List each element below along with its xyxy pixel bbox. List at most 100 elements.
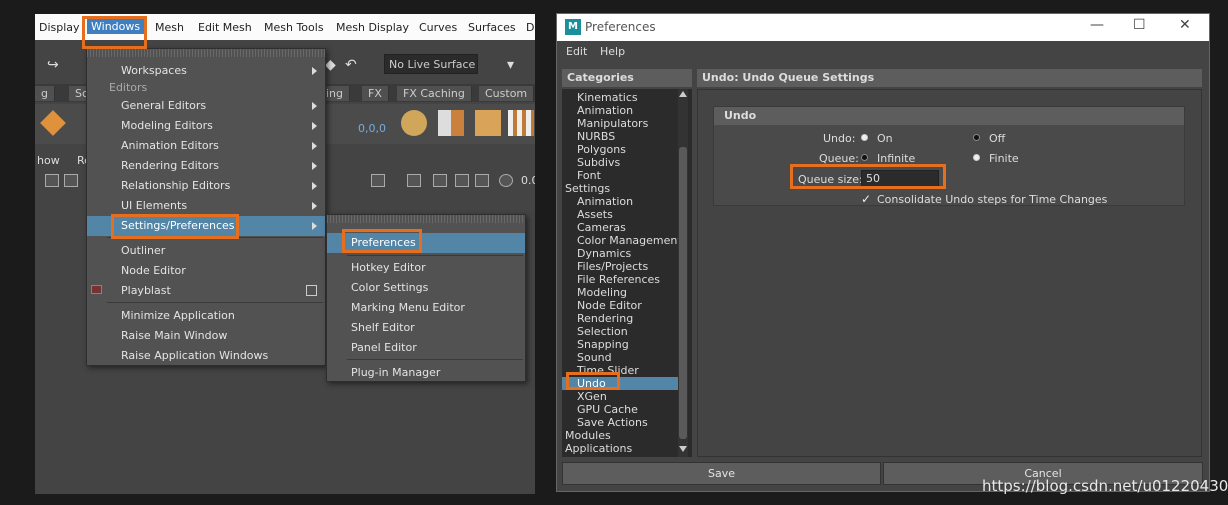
category-item[interactable]: Dynamics [562,247,678,260]
menu-item-panel-editor[interactable]: Panel Editor [327,338,525,358]
save-button[interactable]: Save [562,462,881,485]
category-item[interactable]: Settings [562,182,678,195]
category-item[interactable]: Snapping [562,338,678,351]
scroll-thumb[interactable] [679,147,687,439]
shelf-tab-modeling[interactable]: g [35,86,55,101]
panel-grid-icon[interactable] [64,174,78,187]
undo-off-radio[interactable] [973,134,980,141]
menu-item-general-editors[interactable]: General Editors [87,96,325,116]
menu-d[interactable]: D [526,21,534,34]
panel-gamma-icon[interactable] [499,174,513,187]
menu-edit-mesh[interactable]: Edit Mesh [198,21,252,34]
redo-icon[interactable]: ↪ [47,57,59,73]
lock-icon[interactable]: ▾ [507,57,514,73]
menu-item-minimize-application[interactable]: Minimize Application [87,306,325,326]
category-item[interactable]: GPU Cache [562,403,678,416]
category-item[interactable]: Cameras [562,221,678,234]
live-surface-field[interactable]: No Live Surface [384,54,478,74]
panel-menu-show[interactable]: how [37,154,60,167]
menu-item-ui-elements[interactable]: UI Elements [87,196,325,216]
menu-display[interactable]: Display [39,21,80,34]
queue-infinite-radio[interactable] [861,154,868,161]
menu-item-color-settings[interactable]: Color Settings [327,278,525,298]
shelf-tab-fx-caching[interactable]: FX Caching [397,86,472,101]
category-item[interactable]: File References [562,273,678,286]
panel-isolate-icon[interactable] [455,174,469,187]
menu-item-raise-main-window[interactable]: Raise Main Window [87,326,325,346]
category-item[interactable]: Files/Projects [562,260,678,273]
categories-header: Categories [562,69,692,87]
scroll-down-icon[interactable] [679,446,687,452]
category-item[interactable]: Subdivs [562,156,678,169]
category-item[interactable]: Modeling [562,286,678,299]
shelf-uv-icon[interactable] [438,110,464,136]
queue-finite-radio[interactable] [973,154,980,161]
category-item[interactable]: Kinematics [562,91,678,104]
menu-item-rendering-editors[interactable]: Rendering Editors [87,156,325,176]
menu-item-outliner[interactable]: Outliner [87,241,325,261]
menu-item-marking-menu-editor[interactable]: Marking Menu Editor [327,298,525,318]
undo-label: Undo: [823,132,856,145]
close-icon[interactable]: ✕ [1179,17,1191,33]
shelf-tab-custom[interactable]: Custom [479,86,535,101]
category-item[interactable]: Selection [562,325,678,338]
maximize-icon[interactable]: ☐ [1133,17,1146,33]
submenu-tearoff[interactable] [327,215,525,223]
category-item[interactable]: Polygons [562,143,678,156]
category-item[interactable]: Animation [562,195,678,208]
playblast-option-box[interactable] [306,285,317,296]
category-item[interactable]: XGen [562,390,678,403]
panel-wire-icon[interactable] [371,174,385,187]
category-item[interactable]: Modules [562,429,678,442]
category-item[interactable]: NURBS [562,130,678,143]
category-item[interactable]: Assets [562,208,678,221]
shelf-box-icon[interactable] [475,110,501,136]
category-item[interactable]: Node Editor [562,299,678,312]
undo-on-radio[interactable] [861,134,868,141]
panel-shaded-icon[interactable] [407,174,421,187]
submenu-arrow-icon [312,67,317,75]
snap-icon[interactable]: ◆ [325,57,336,73]
menu-mesh-tools[interactable]: Mesh Tools [264,21,324,34]
shelf-render-icon[interactable] [401,110,427,136]
menu-item-workspaces[interactable]: Workspaces [87,61,325,81]
panel-light-icon[interactable] [475,174,489,187]
prefs-menu-help[interactable]: Help [600,45,625,58]
category-item[interactable]: Manipulators [562,117,678,130]
category-item[interactable]: Animation [562,104,678,117]
scroll-up-icon[interactable] [679,91,687,97]
submenu-arrow-icon [312,182,317,190]
menu-item-relationship-editors[interactable]: Relationship Editors [87,176,325,196]
shelf-grid-icon[interactable] [508,110,534,136]
categories-list: Kinematics Animation Manipulators NURBS Poly… [562,89,692,457]
minimize-icon[interactable]: — [1090,17,1104,33]
shelf-tab-fx[interactable]: FX [362,86,389,101]
windows-menu-tearoff[interactable] [87,49,325,57]
menu-curves[interactable]: Curves [419,21,457,34]
category-item[interactable]: Color Management [562,234,682,247]
menu-item-modeling-editors[interactable]: Modeling Editors [87,116,325,136]
consolidate-checkbox[interactable]: ✓ [861,193,872,205]
maya-logo-icon: M [565,19,581,35]
menu-mesh[interactable]: Mesh [155,21,184,34]
category-item[interactable]: Save Actions [562,416,678,429]
panel-camera-icon[interactable] [45,174,59,187]
menu-item-node-editor[interactable]: Node Editor [87,261,325,281]
menu-mesh-display[interactable]: Mesh Display [336,21,409,34]
menu-item-shelf-editor[interactable]: Shelf Editor [327,318,525,338]
menu-item-raise-application-windows[interactable]: Raise Application Windows [87,346,325,366]
menu-item-hotkey-editor[interactable]: Hotkey Editor [327,258,525,278]
callout-windows-menu [82,16,147,49]
menu-surfaces[interactable]: Surfaces [468,21,516,34]
menu-item-animation-editors[interactable]: Animation Editors [87,136,325,156]
prefs-menu-edit[interactable]: Edit [566,45,587,58]
queue-finite-label: Finite [989,152,1019,165]
category-item[interactable]: Sound [562,351,678,364]
category-item[interactable]: Font [562,169,678,182]
panel-xray-icon[interactable] [433,174,447,187]
category-item[interactable]: Rendering [562,312,678,325]
menu-item-plug-in-manager[interactable]: Plug-in Manager [327,363,525,383]
menu-item-playblast[interactable]: Playblast [87,281,325,301]
lasso-icon[interactable]: ↶ [345,57,357,73]
category-item[interactable]: Applications [562,442,678,455]
